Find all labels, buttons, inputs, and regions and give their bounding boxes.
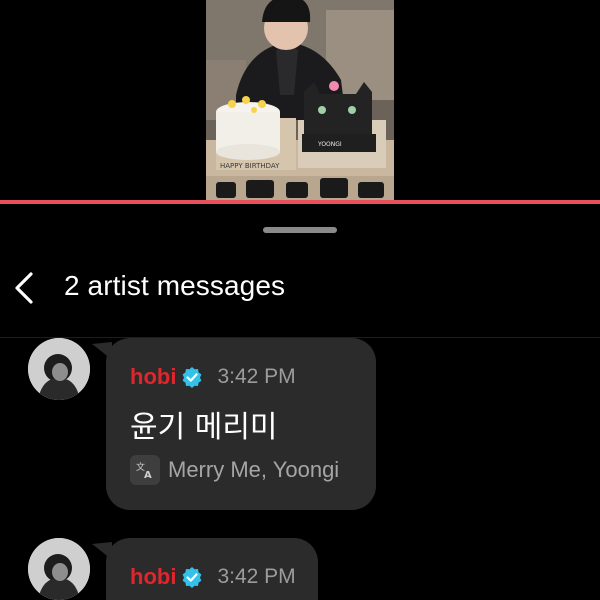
messages-header: 2 artist messages <box>0 258 600 318</box>
artist-message: hobi 3:42 PM 윤기 메리미 文 A Merry Me, Yoongi <box>0 338 600 510</box>
video-progress-bar[interactable] <box>0 200 600 204</box>
sender-name[interactable]: hobi <box>130 364 176 390</box>
message-time: 3:42 PM <box>217 365 296 388</box>
cake-right-text: YOONGI <box>317 141 342 148</box>
verified-check-icon <box>181 366 203 388</box>
translation-row[interactable]: 文 A Merry Me, Yoongi <box>130 455 339 485</box>
cake-left-text: HAPPY BIRTHDAY <box>220 162 280 170</box>
message-bubble[interactable]: hobi 3:42 PM 윤기 메리미 文 A Merry Me, Yoongi <box>106 338 376 510</box>
video-thumbnail-image: HAPPY BIRTHDAY YOONGI <box>206 0 394 200</box>
video-progress-fill <box>0 200 600 204</box>
page-title: 2 artist messages <box>64 270 286 301</box>
message-header: hobi 3:42 PM <box>130 564 296 590</box>
artist-message: hobi 3:42 PM <box>0 538 600 600</box>
verified-check-icon <box>181 566 203 588</box>
back-button[interactable] <box>4 266 44 310</box>
avatar[interactable] <box>28 538 90 600</box>
chevron-left-icon <box>13 271 35 305</box>
avatar[interactable] <box>28 338 90 400</box>
svg-text:A: A <box>144 470 152 480</box>
message-header: hobi 3:42 PM <box>130 364 296 390</box>
message-time: 3:42 PM <box>217 565 296 588</box>
message-text: 윤기 메리미 <box>130 410 278 445</box>
message-bubble[interactable]: hobi 3:42 PM <box>106 538 318 600</box>
sender-name[interactable]: hobi <box>130 564 176 590</box>
chat-screen: HAPPY BIRTHDAY YOONGI 2 artist messages … <box>0 0 600 600</box>
translate-icon: 文 A <box>130 455 160 485</box>
sheet-drag-handle[interactable] <box>263 227 337 233</box>
video-player[interactable]: HAPPY BIRTHDAY YOONGI <box>0 0 600 204</box>
translation-text: Merry Me, Yoongi <box>168 457 340 482</box>
video-frame[interactable]: HAPPY BIRTHDAY YOONGI <box>206 0 394 200</box>
